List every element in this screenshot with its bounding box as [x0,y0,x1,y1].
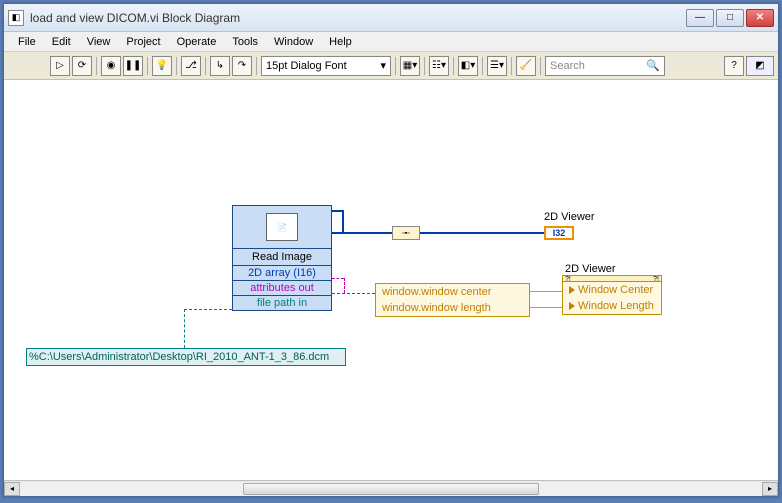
search-placeholder: Search [550,60,585,72]
wire-center [530,291,562,292]
pause-button[interactable]: ❚❚ [123,56,143,76]
toolbar: ▷ ⟳ ◉ ❚❚ 💡 ⎇ ↳ ↷ 15pt Dialog Font ▾ ▦▾ ☷… [4,52,778,80]
wire-path-v [184,309,185,348]
scroll-left-button[interactable]: ◂ [4,482,20,496]
cleanup-button[interactable]: 🧹 [516,56,536,76]
menu-operate[interactable]: Operate [169,34,225,50]
read-image-out-attrs: attributes out [233,280,331,295]
wire-stub1 [332,210,342,212]
chevron-down-icon: ▾ [380,59,386,72]
viewer1-label: 2D Viewer [544,211,595,223]
read-image-icon-area: 📄 [233,206,331,248]
menu-file[interactable]: File [10,34,44,50]
filepath-constant[interactable]: %C:\Users\Administrator\Desktop\RI_2010_… [26,348,346,366]
wire-conv-to-i32 [420,232,544,234]
cluster-row-center: Window Center [563,282,661,298]
resize-button[interactable]: ◧▾ [458,56,478,76]
search-input[interactable]: Search 🔍 [545,56,665,76]
help-button[interactable]: ? [724,56,744,76]
retain-wire-button[interactable]: ⎇ [181,56,201,76]
read-image-node[interactable]: 📄 Read Image 2D array (I16) attributes o… [232,205,332,311]
unbundle-row-center: window.window center [376,284,529,300]
triangle-icon [569,286,575,294]
triangle-icon [569,302,575,310]
distribute-button[interactable]: ☷▾ [429,56,449,76]
scroll-right-button[interactable]: ▸ [762,482,778,496]
wire-length [530,307,562,308]
unbundle-row-length: window.window length [376,300,529,316]
menu-view[interactable]: View [79,34,119,50]
align-button[interactable]: ▦▾ [400,56,420,76]
wire-stub1v [342,210,344,232]
close-button[interactable]: ✕ [746,9,774,27]
subvi-icon: 📄 [266,213,298,241]
menu-help[interactable]: Help [321,34,360,50]
step-into-button[interactable]: ↳ [210,56,230,76]
font-label: 15pt Dialog Font [266,60,347,72]
menu-project[interactable]: Project [118,34,168,50]
app-icon: ◧ [8,10,24,26]
wire-attrs-to-unbundle [332,293,375,294]
wire-attrs-stub [332,278,344,279]
cluster-indicator[interactable]: ?! ?! Window Center Window Length [562,275,662,315]
conversion-node[interactable]: ▫▪▫ [392,226,420,240]
highlight-button[interactable]: 💡 [152,56,172,76]
window-title: load and view DICOM.vi Block Diagram [30,11,686,25]
menu-tools[interactable]: Tools [224,34,266,50]
menu-window[interactable]: Window [266,34,321,50]
maximize-button[interactable]: □ [716,9,744,27]
read-image-out-array: 2D array (I16) [233,265,331,280]
run-button[interactable]: ▷ [50,56,70,76]
search-icon: 🔍 [646,59,660,72]
block-diagram-canvas[interactable]: 📄 Read Image 2D array (I16) attributes o… [4,80,778,480]
step-over-button[interactable]: ↷ [232,56,252,76]
i32-indicator[interactable]: I32 [544,226,574,240]
cluster-row-length: Window Length [563,298,661,314]
scroll-thumb[interactable] [243,483,540,495]
scroll-track[interactable] [20,482,762,496]
minimize-button[interactable]: — [686,9,714,27]
wire-path-h [184,309,232,310]
scrollbar-horizontal[interactable]: ◂ ▸ [4,480,778,496]
unbundle-node[interactable]: window.window center window.window lengt… [375,283,530,317]
app-window: ◧ load and view DICOM.vi Block Diagram —… [3,3,779,497]
context-help-icon[interactable]: ◩ [746,56,774,76]
menu-edit[interactable]: Edit [44,34,79,50]
wire-attrs-stubv [344,278,345,293]
titlebar: ◧ load and view DICOM.vi Block Diagram —… [4,4,778,32]
abort-button[interactable]: ◉ [101,56,121,76]
font-selector[interactable]: 15pt Dialog Font ▾ [261,56,391,76]
wire-array-to-conv [332,232,392,234]
viewer2-label: 2D Viewer [565,263,616,275]
read-image-title: Read Image [233,248,331,265]
read-image-in-path: file path in [233,295,331,310]
run-continuous-button[interactable]: ⟳ [72,56,92,76]
menubar: File Edit View Project Operate Tools Win… [4,32,778,52]
reorder-button[interactable]: ☰▾ [487,56,507,76]
